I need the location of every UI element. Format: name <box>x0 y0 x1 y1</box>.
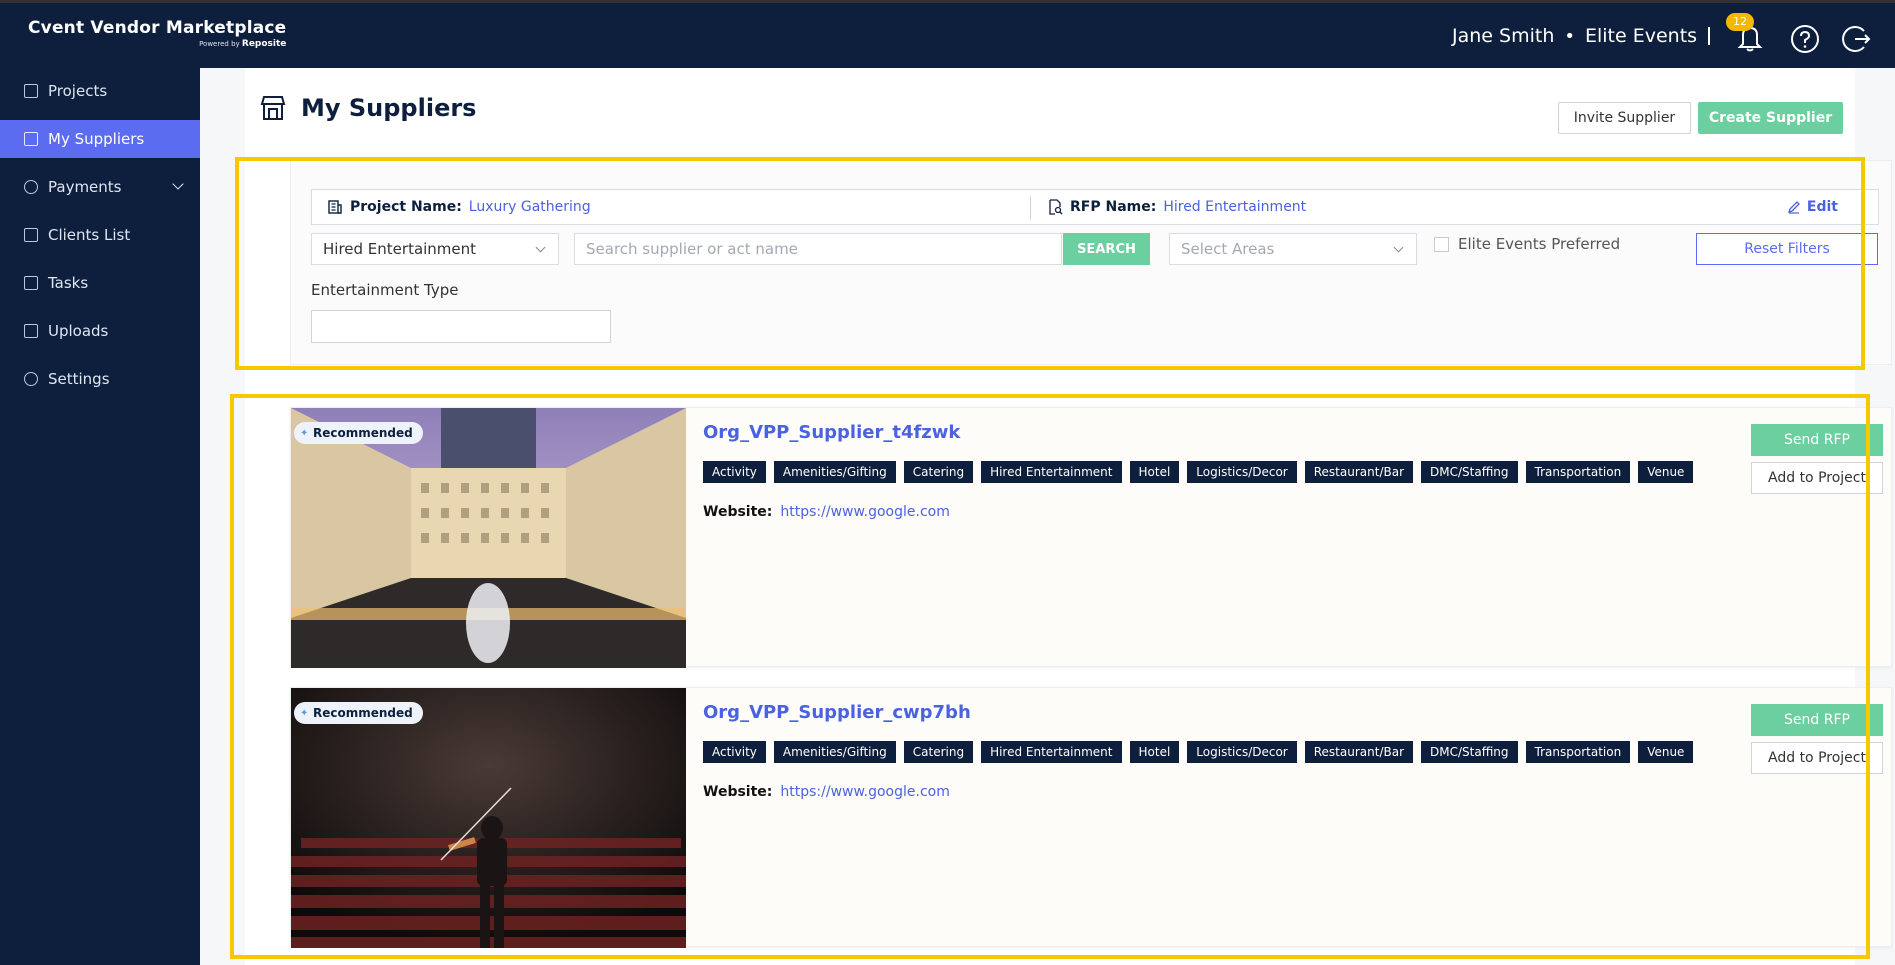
brand-logo[interactable]: Cvent Vendor Marketplace Powered by Repo… <box>28 18 286 49</box>
sidebar-item-tasks[interactable]: Tasks <box>0 264 200 302</box>
highlight-frame <box>230 394 1870 959</box>
help-icon[interactable] <box>1790 24 1820 54</box>
page-header: My Suppliers <box>259 94 476 122</box>
powered-by-brand: Reposite <box>241 39 287 49</box>
header-divider <box>1708 27 1710 45</box>
top-bar: Cvent Vendor Marketplace Powered by Repo… <box>0 0 1895 68</box>
page-title: My Suppliers <box>301 94 477 122</box>
powered-by-prefix: Powered by <box>199 40 240 48</box>
sidebar-item-clients-list[interactable]: Clients List <box>0 216 200 254</box>
user-separator: • <box>1564 25 1575 47</box>
sidebar-item-label: Clients List <box>48 226 131 244</box>
projects-icon <box>24 84 38 98</box>
invite-supplier-button[interactable]: Invite Supplier <box>1558 102 1691 134</box>
settings-icon <box>24 372 38 386</box>
storefront-icon <box>260 96 286 120</box>
sidebar: Projects My Suppliers Payments Clients L… <box>0 68 200 965</box>
logout-icon[interactable] <box>1842 24 1872 54</box>
powered-by: Powered by Reposite <box>28 39 286 49</box>
tasks-icon <box>24 276 38 290</box>
chevron-down-icon[interactable] <box>172 178 184 190</box>
user-name: Jane Smith <box>1452 25 1555 47</box>
sidebar-item-label: Settings <box>48 370 110 388</box>
notification-badge: 12 <box>1726 13 1754 31</box>
company-name: Elite Events <box>1584 25 1698 47</box>
sidebar-item-label: Uploads <box>48 322 109 340</box>
sidebar-item-uploads[interactable]: Uploads <box>0 312 200 350</box>
sidebar-item-label: Projects <box>48 82 108 100</box>
sidebar-item-settings[interactable]: Settings <box>0 360 200 398</box>
sidebar-item-projects[interactable]: Projects <box>0 72 200 110</box>
payments-icon <box>24 180 38 194</box>
highlight-frame <box>235 157 1865 370</box>
sidebar-item-payments[interactable]: Payments <box>0 168 200 206</box>
upload-icon <box>24 324 38 338</box>
clients-icon <box>24 228 38 242</box>
suppliers-icon <box>24 132 38 146</box>
sidebar-item-label: My Suppliers <box>48 130 145 148</box>
create-supplier-button[interactable]: Create Supplier <box>1698 102 1843 134</box>
sidebar-item-my-suppliers[interactable]: My Suppliers <box>0 120 200 158</box>
sidebar-item-label: Tasks <box>48 274 89 292</box>
sidebar-item-label: Payments <box>48 178 122 196</box>
user-info: Jane Smith • Elite Events <box>1452 25 1697 47</box>
app-title: Cvent Vendor Marketplace <box>28 18 287 38</box>
